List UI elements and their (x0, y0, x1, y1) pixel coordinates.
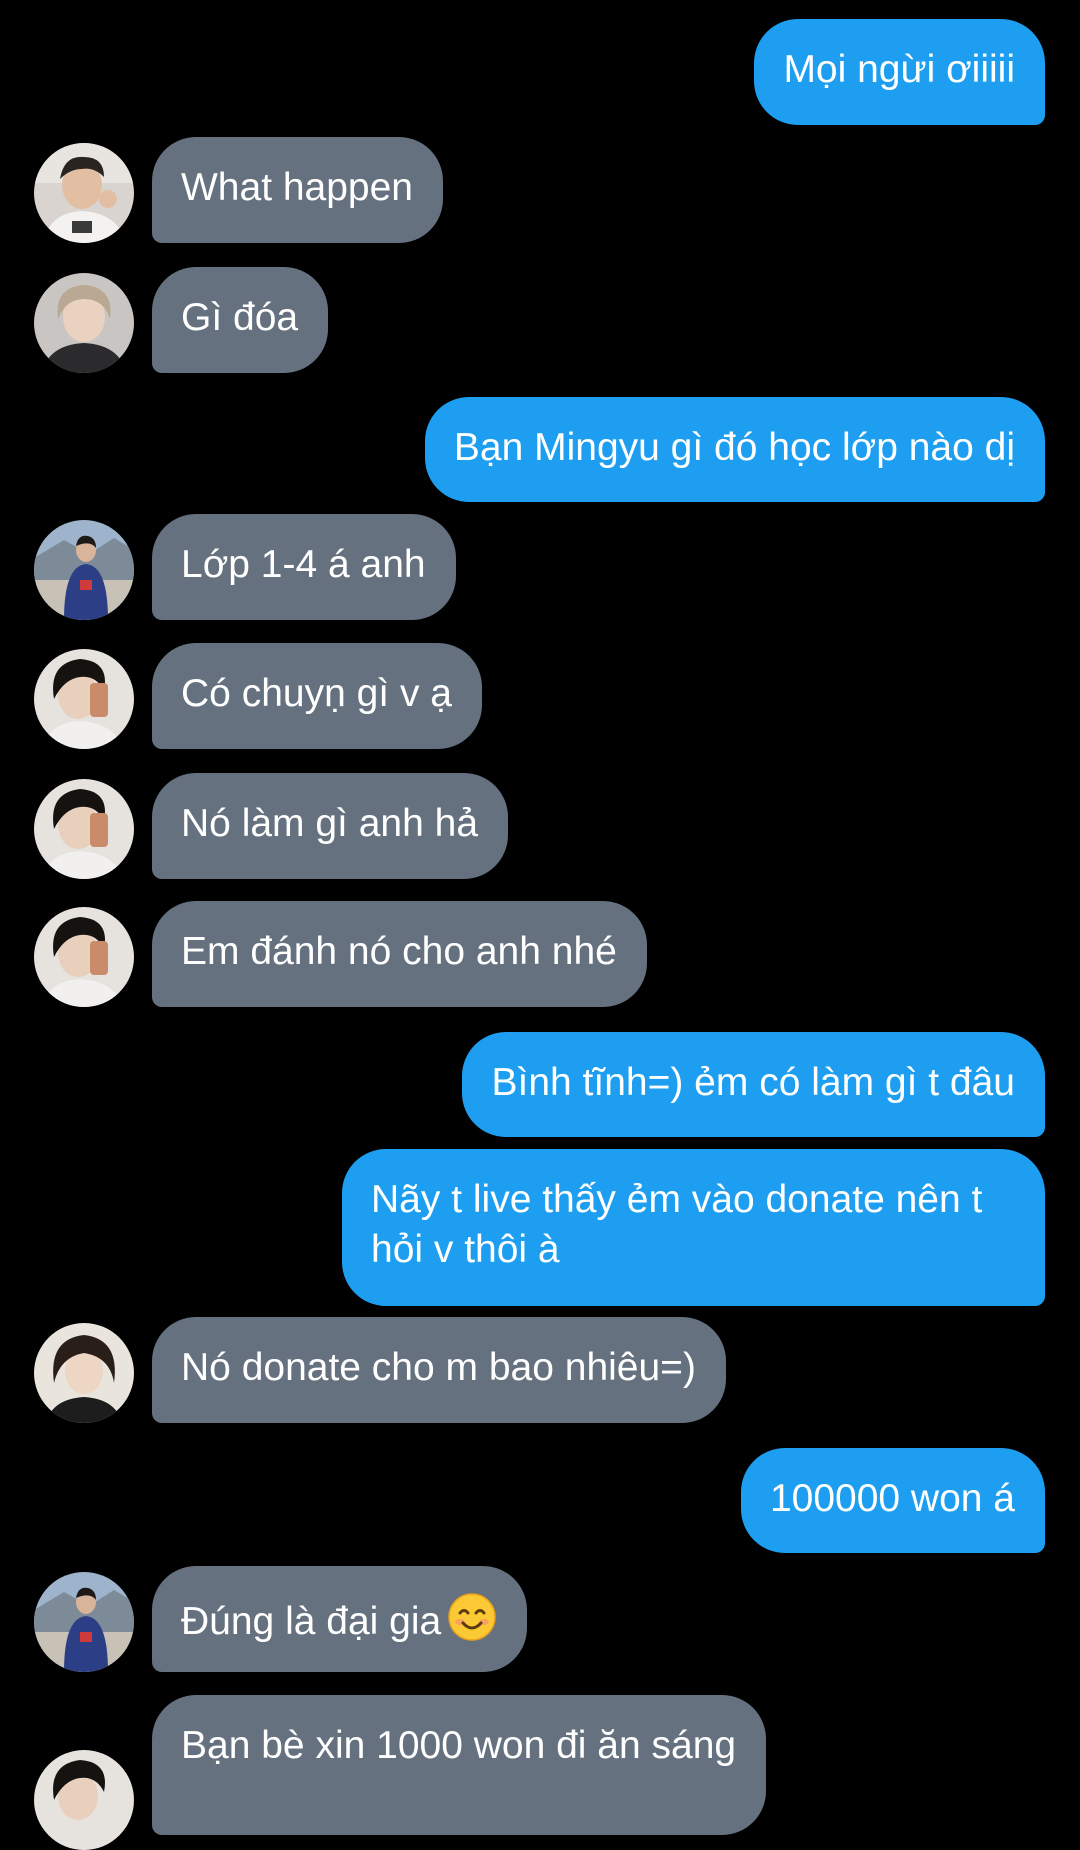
avatar[interactable] (34, 649, 134, 749)
avatar[interactable] (34, 143, 134, 243)
avatar[interactable] (34, 779, 134, 879)
incoming-message[interactable]: Có chuyṇ gì v ạ (152, 643, 482, 749)
avatar[interactable] (34, 907, 134, 1007)
incoming-message[interactable]: Bạn bè xin 1000 won đi ăn sáng (152, 1695, 767, 1835)
outgoing-message[interactable]: Mọi ngừi ơiiiii (754, 19, 1045, 125)
avatar[interactable] (34, 1750, 134, 1850)
outgoing-message[interactable]: Bình tĩnh=) ẻm có làm gì t đâu (462, 1032, 1045, 1137)
avatar[interactable] (34, 1572, 134, 1672)
incoming-message[interactable]: Nó donate cho m bao nhiêu=) (152, 1317, 726, 1423)
avatar[interactable] (34, 1323, 134, 1423)
outgoing-message[interactable]: Nãy t live thấy ẻm vào donate nên t hỏi … (342, 1149, 1045, 1306)
incoming-message[interactable]: Lớp 1-4 á anh (152, 514, 456, 620)
outgoing-message[interactable]: Bạn Mingyu gì đó học lớp nào dị (424, 397, 1045, 502)
avatar[interactable] (34, 520, 134, 620)
outgoing-message[interactable]: 100000 won á (740, 1448, 1045, 1553)
avatar[interactable] (34, 273, 134, 373)
incoming-message[interactable]: Em đánh nó cho anh nhé (152, 901, 647, 1007)
smiling-face-emoji-icon (447, 1592, 497, 1655)
incoming-message[interactable]: Nó làm gì anh hả (152, 773, 509, 879)
message-text: Đúng là đại gia (181, 1600, 442, 1643)
incoming-message[interactable]: What happen (152, 137, 444, 243)
incoming-message[interactable]: Gì đóa (152, 267, 329, 373)
incoming-message[interactable]: Đúng là đại gia (152, 1566, 528, 1672)
